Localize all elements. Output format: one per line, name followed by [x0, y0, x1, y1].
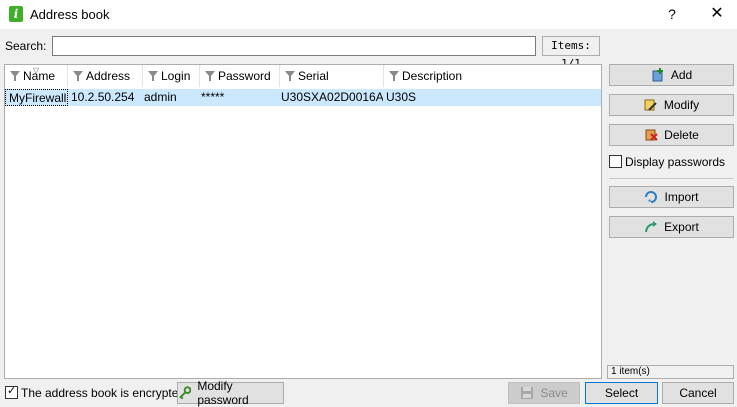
cell-name[interactable]: MyFirewall [5, 89, 68, 106]
filter-icon[interactable] [10, 71, 20, 81]
column-header-address[interactable]: Address [68, 65, 143, 87]
export-icon [645, 221, 658, 233]
table-header: ▽ Name Address Login Password Serial Des… [5, 65, 601, 87]
save-label: Save [540, 386, 568, 400]
column-header-password[interactable]: Password [200, 65, 280, 87]
column-label: Serial [298, 69, 329, 83]
export-label: Export [664, 220, 699, 234]
app-icon: i [9, 6, 23, 22]
encrypted-label: The address book is encrypted [21, 386, 186, 400]
address-table[interactable]: ▽ Name Address Login Password Serial Des… [4, 64, 602, 379]
filter-icon[interactable] [389, 71, 399, 81]
import-button[interactable]: Import [609, 186, 734, 208]
filter-icon[interactable] [205, 71, 215, 81]
column-header-login[interactable]: Login [143, 65, 200, 87]
encrypted-checkbox[interactable] [5, 384, 18, 399]
column-label: Password [218, 69, 271, 83]
close-button[interactable]: ✕ [702, 4, 732, 24]
column-header-serial[interactable]: Serial [280, 65, 384, 87]
select-button[interactable]: Select [585, 382, 658, 404]
add-button[interactable]: Add [609, 64, 734, 86]
modify-label: Modify [663, 98, 700, 112]
add-label: Add [670, 68, 693, 82]
save-button[interactable]: Save [508, 382, 580, 404]
modify-password-label: Modify password [197, 379, 249, 407]
item-count-status: 1 item(s) [607, 365, 734, 379]
delete-label: Delete [664, 128, 699, 142]
sidebar-divider [609, 178, 733, 179]
cell-serial[interactable]: U30SXA02D0016A7 [278, 89, 383, 106]
window-title: Address book [30, 7, 110, 22]
delete-entry-icon [645, 129, 658, 141]
modify-entry-icon [644, 99, 657, 111]
search-label: Search: [5, 39, 47, 53]
column-label: Login [161, 69, 191, 83]
delete-button[interactable]: Delete [609, 124, 734, 146]
cancel-button[interactable]: Cancel [662, 382, 734, 404]
import-label: Import [664, 190, 699, 204]
search-input[interactable] [52, 36, 536, 56]
cell-password[interactable]: ***** [198, 89, 278, 106]
add-entry-icon [652, 68, 663, 82]
modify-password-button[interactable]: Modify password [177, 379, 284, 407]
column-header-name[interactable]: ▽ Name [5, 65, 68, 87]
cancel-label: Cancel [679, 386, 717, 400]
cell-description[interactable]: U30S [383, 89, 533, 106]
save-disk-icon [521, 387, 534, 399]
column-label: Description [402, 69, 463, 83]
sort-indicator-icon: ▽ [33, 66, 40, 75]
cell-address[interactable]: 10.2.50.254 [68, 89, 141, 106]
import-icon [645, 191, 658, 203]
export-button[interactable]: Export [609, 216, 734, 238]
help-button[interactable]: ? [658, 4, 686, 24]
select-label: Select [604, 386, 639, 400]
filter-icon[interactable] [285, 71, 295, 81]
column-label: Address [86, 69, 131, 83]
display-passwords-label: Display passwords [625, 155, 726, 169]
filter-icon[interactable] [148, 71, 158, 81]
key-icon [179, 386, 192, 400]
filter-icon[interactable] [73, 71, 83, 81]
display-passwords-checkbox[interactable] [609, 155, 622, 168]
cell-login[interactable]: admin [141, 89, 198, 106]
modify-button[interactable]: Modify [609, 94, 734, 116]
column-header-description[interactable]: Description [384, 65, 601, 87]
items-count: Items: 1/1 [542, 36, 600, 70]
title-bar: i Address book ? ✕ [0, 0, 737, 29]
table-row[interactable]: MyFirewall 10.2.50.254 admin ***** U30SX… [5, 89, 601, 106]
